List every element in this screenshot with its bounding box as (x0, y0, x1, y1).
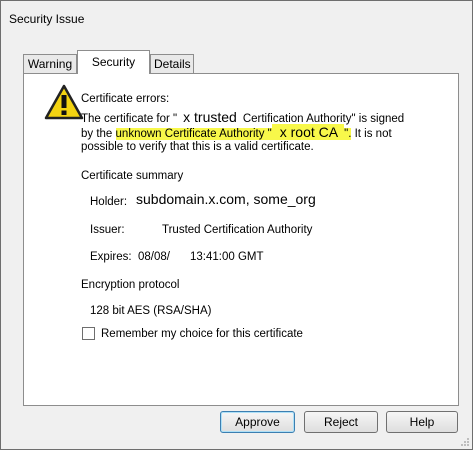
root-ca-name: x root CA (271, 124, 345, 140)
window-title: Security Issue (9, 12, 85, 26)
unknown-ca-highlight: unknown Certificate Authority " (115, 128, 272, 140)
tab-security[interactable]: Security (77, 50, 150, 74)
expires-label: Expires: (90, 251, 132, 263)
holder-label: Holder: (90, 196, 128, 208)
certificate-summary-heading: Certificate summary (81, 170, 184, 182)
remember-choice-checkbox[interactable] (82, 327, 95, 340)
expires-date: 08/08/ (138, 251, 170, 263)
tab-warning[interactable]: Warning (23, 54, 77, 73)
encryption-value: 128 bit AES (RSA/SHA) (90, 305, 212, 317)
resize-grip-icon[interactable] (460, 437, 470, 447)
issuer-value: Trusted Certification Authority (162, 224, 313, 236)
holder-value: subdomain.x.com, some_org (136, 191, 316, 207)
approve-button[interactable]: Approve (220, 411, 295, 433)
error-line-2-prefix: by the (81, 128, 113, 140)
encryption-protocol-heading: Encryption protocol (81, 279, 180, 291)
tab-details[interactable]: Details (150, 54, 194, 73)
security-tab-panel: Certificate errors: The certificate for … (23, 73, 459, 406)
expires-time: 13:41:00 GMT (190, 251, 264, 263)
security-issue-dialog: Security Issue Warning Security Details … (0, 0, 473, 450)
remember-choice-label[interactable]: Remember my choice for this certificate (101, 327, 303, 341)
certificate-errors-heading: Certificate errors: (81, 93, 170, 105)
error-line-2-suffix: It is not (354, 128, 392, 140)
error-line-1-prefix: The certificate for " (81, 113, 178, 125)
error-line-1: The certificate for " x trusted Certificat… (81, 110, 404, 126)
error-line-3: possible to verify that this is a valid … (81, 141, 314, 153)
warning-icon (44, 84, 84, 120)
highlight-mark: ". (344, 128, 352, 140)
certificate-name: x trusted (183, 109, 237, 125)
reject-button[interactable]: Reject (304, 411, 378, 433)
error-line-2: by the unknown Certificate Authority " x … (81, 124, 392, 141)
title-bar[interactable]: Security Issue (1, 1, 472, 39)
help-button[interactable]: Help (386, 411, 458, 433)
issuer-label: Issuer: (90, 224, 125, 236)
